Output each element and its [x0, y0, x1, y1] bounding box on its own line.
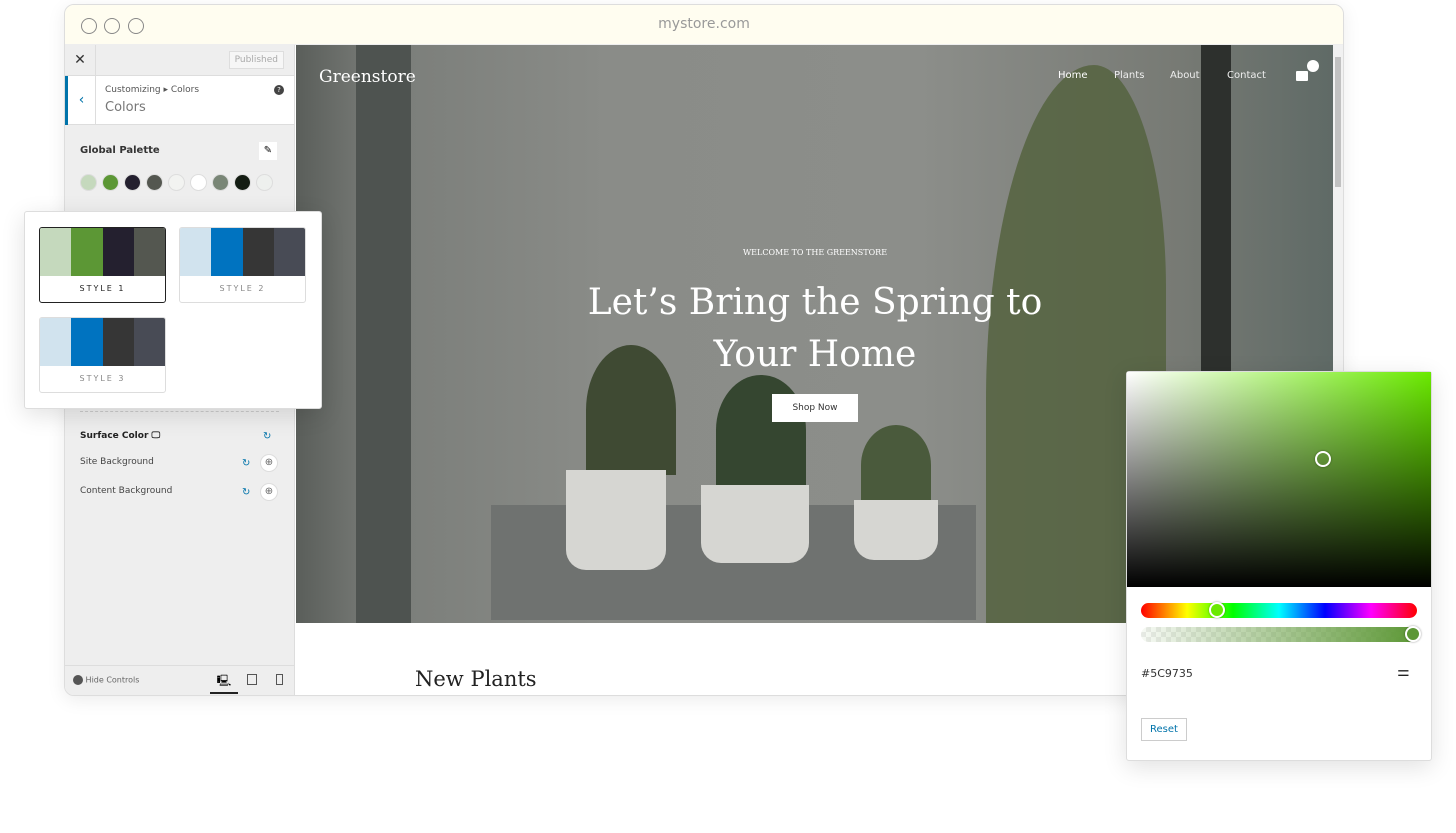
- site-background-label: Site Background: [80, 457, 154, 467]
- palette-swatch[interactable]: [190, 174, 207, 191]
- back-button[interactable]: ‹: [65, 76, 96, 125]
- reset-icon[interactable]: ↻: [242, 487, 250, 498]
- tablet-preview-button[interactable]: [247, 674, 257, 685]
- content-background-label: Content Background: [80, 486, 173, 496]
- hero-kicker: WELCOME TO THE GREENSTORE: [742, 248, 888, 257]
- reset-icon[interactable]: ↻: [263, 431, 271, 442]
- nav-home[interactable]: Home: [1058, 70, 1088, 81]
- palette-swatch[interactable]: [124, 174, 141, 191]
- title-bar: mystore.com: [65, 5, 1343, 45]
- section-title: New Plants: [415, 667, 537, 691]
- palette-swatch[interactable]: [234, 174, 251, 191]
- shop-now-button[interactable]: Shop Now: [772, 394, 858, 422]
- reset-button[interactable]: Reset: [1141, 718, 1187, 741]
- breadcrumb: Customizing ▸ Colors: [105, 85, 200, 95]
- alpha-handle[interactable]: [1405, 626, 1421, 642]
- palette-style-1[interactable]: STYLE 1: [39, 227, 166, 303]
- hue-handle[interactable]: [1209, 602, 1225, 618]
- hero-headline: Let’s Bring the Spring to Your Home: [587, 282, 1043, 375]
- palette-swatch[interactable]: [146, 174, 163, 191]
- reset-icon[interactable]: ↻: [242, 458, 250, 469]
- hide-controls-button[interactable]: Hide Controls: [73, 675, 139, 685]
- palette-swatch[interactable]: [80, 174, 97, 191]
- global-palette-label: Global Palette: [80, 145, 160, 156]
- nav-plants[interactable]: Plants: [1114, 70, 1144, 81]
- saturation-area[interactable]: [1127, 372, 1431, 587]
- desktop-preview-button[interactable]: 🖳: [210, 672, 238, 694]
- globe-icon[interactable]: ⊕: [260, 483, 278, 501]
- url: mystore.com: [658, 16, 750, 32]
- desktop-icon: 🖵: [151, 431, 161, 441]
- close-customizer-button[interactable]: ✕: [65, 45, 96, 76]
- color-picker: #5C9735 ⚌ Reset: [1126, 371, 1432, 761]
- palette-swatch[interactable]: [102, 174, 119, 191]
- cart-badge: [1307, 60, 1319, 72]
- mobile-preview-button[interactable]: [276, 674, 283, 685]
- style-label: STYLE 3: [79, 374, 126, 383]
- style-label: STYLE 1: [79, 284, 126, 293]
- hue-slider[interactable]: [1141, 603, 1417, 618]
- palette-style-2[interactable]: STYLE 2: [179, 227, 306, 303]
- published-button[interactable]: Published: [228, 51, 284, 69]
- hex-value[interactable]: #5C9735: [1141, 667, 1193, 680]
- edit-palette-button[interactable]: ✎: [259, 142, 277, 160]
- globe-icon[interactable]: ⊕: [260, 454, 278, 472]
- alpha-slider[interactable]: [1141, 627, 1417, 642]
- panel-title: Colors: [105, 100, 146, 115]
- palette-swatch[interactable]: [212, 174, 229, 191]
- nav-about[interactable]: About: [1170, 70, 1200, 81]
- nav-contact[interactable]: Contact: [1227, 70, 1266, 81]
- site-logo[interactable]: Greenstore: [319, 67, 416, 87]
- saturation-handle[interactable]: [1315, 451, 1331, 467]
- palette-swatch[interactable]: [168, 174, 185, 191]
- help-icon[interactable]: ?: [274, 85, 284, 95]
- sliders-icon[interactable]: ⚌: [1397, 664, 1410, 680]
- palette-swatch[interactable]: [256, 174, 273, 191]
- cart-icon[interactable]: [1296, 71, 1308, 81]
- palette-style-popover: STYLE 1 STYLE 2 STYLE 3: [24, 211, 322, 409]
- surface-color-label: Surface Color 🖵: [80, 431, 161, 441]
- palette-style-3[interactable]: STYLE 3: [39, 317, 166, 393]
- style-label: STYLE 2: [219, 284, 266, 293]
- collapse-icon: [73, 675, 83, 685]
